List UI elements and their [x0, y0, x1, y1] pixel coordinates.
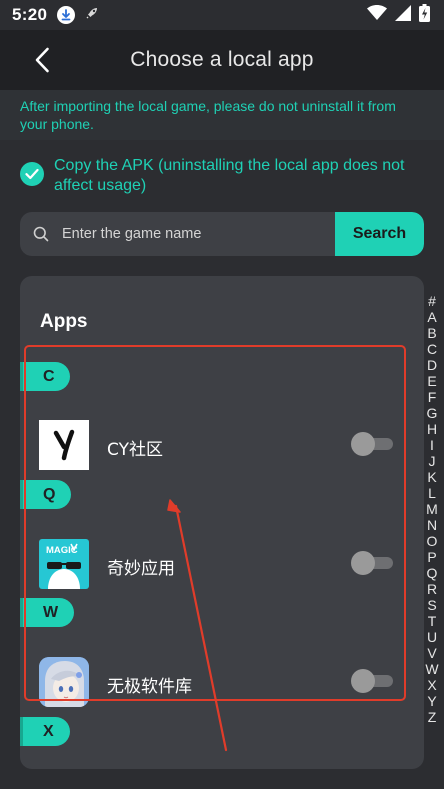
anime-avatar-icon	[39, 657, 89, 707]
alphabet-index-letter[interactable]: B	[427, 325, 436, 341]
top-app-bar: Choose a local app	[0, 30, 444, 90]
app-row-magic[interactable]: MAGIC 奇妙应用	[20, 534, 424, 594]
rocket-icon	[85, 6, 99, 25]
search-icon	[20, 226, 62, 242]
alphabet-index-letter[interactable]: T	[428, 613, 437, 629]
toggle-knob	[351, 669, 375, 693]
alphabet-index-letter[interactable]: P	[427, 549, 436, 565]
alphabet-index-letter[interactable]: L	[428, 485, 436, 501]
search-bar: Search	[20, 212, 424, 256]
alphabet-index-letter[interactable]: J	[429, 453, 436, 469]
magic-app-icon: MAGIC	[39, 539, 89, 589]
app-name: CY社区	[107, 440, 163, 460]
toggle-knob	[351, 432, 375, 456]
alphabet-index-letter[interactable]: D	[427, 357, 437, 373]
alphabet-index-letter[interactable]: O	[427, 533, 438, 549]
alphabet-index-letter[interactable]: N	[427, 517, 437, 533]
alphabet-index[interactable]: # A B C D E F G H I J K L M N O P Q R S T U V W X Y Z	[424, 293, 440, 725]
alphabet-index-letter[interactable]: Y	[427, 693, 436, 709]
alphabet-index-letter[interactable]: K	[427, 469, 436, 485]
app-screen: 5:20 Choose a local app After importing …	[0, 0, 444, 789]
alphabet-index-letter[interactable]: V	[427, 645, 436, 661]
copy-apk-checkbox[interactable]	[20, 162, 44, 186]
signal-icon	[395, 4, 411, 26]
section-letter-w: W	[20, 598, 74, 627]
alphabet-index-letter[interactable]: R	[427, 581, 437, 597]
wifi-icon	[367, 4, 387, 26]
apps-heading: Apps	[40, 311, 88, 332]
alphabet-index-letter[interactable]: M	[426, 501, 438, 517]
chevron-left-icon	[35, 47, 49, 73]
checkmark-icon	[25, 168, 39, 180]
import-notice: After importing the local game, please d…	[0, 90, 444, 140]
alphabet-index-letter[interactable]: U	[427, 629, 437, 645]
alphabet-index-letter[interactable]: Z	[428, 709, 437, 725]
alphabet-index-letter[interactable]: F	[428, 389, 437, 405]
alphabet-index-letter[interactable]: G	[427, 405, 438, 421]
app-row-wuji[interactable]: 无极软件库	[20, 652, 424, 712]
section-letter-x: X	[20, 717, 70, 746]
app-toggle-cy[interactable]	[351, 431, 393, 457]
alphabet-index-letter[interactable]: W	[425, 661, 438, 677]
toggle-knob	[351, 551, 375, 575]
alphabet-index-letter[interactable]: C	[427, 341, 437, 357]
status-bar: 5:20	[0, 0, 444, 30]
alphabet-index-letter[interactable]: I	[430, 437, 434, 453]
alphabet-index-letter[interactable]: #	[428, 293, 436, 309]
app-toggle-magic[interactable]	[351, 550, 393, 576]
section-letter-q: Q	[20, 480, 71, 509]
section-letter-c: C	[20, 362, 70, 391]
alphabet-index-letter[interactable]: Q	[427, 565, 438, 581]
alphabet-index-letter[interactable]: X	[427, 677, 436, 693]
copy-apk-option[interactable]: Copy the APK (uninstalling the local app…	[20, 156, 434, 196]
page-title: Choose a local app	[130, 48, 314, 71]
app-name: 奇妙应用	[107, 559, 175, 579]
download-icon	[57, 6, 76, 24]
app-name: 无极软件库	[107, 677, 192, 697]
app-row-cy[interactable]: CY社区	[20, 415, 424, 475]
cy-logo-icon	[39, 420, 89, 470]
alphabet-index-letter[interactable]: A	[427, 309, 436, 325]
battery-charging-icon	[419, 3, 430, 27]
search-input[interactable]	[62, 212, 335, 256]
apps-list-card: Apps C CY社区 Q MAGIC 奇妙应用 W 无极软件库 X	[20, 276, 424, 769]
alphabet-index-letter[interactable]: E	[427, 373, 436, 389]
search-button[interactable]: Search	[335, 212, 424, 256]
back-button[interactable]	[26, 44, 58, 76]
status-time: 5:20	[12, 5, 48, 24]
status-notification-icons	[57, 6, 99, 25]
app-toggle-wuji[interactable]	[351, 668, 393, 694]
status-system-icons	[367, 3, 430, 27]
alphabet-index-letter[interactable]: H	[427, 421, 437, 437]
alphabet-index-letter[interactable]: S	[427, 597, 436, 613]
copy-apk-label: Copy the APK (uninstalling the local app…	[54, 157, 405, 194]
